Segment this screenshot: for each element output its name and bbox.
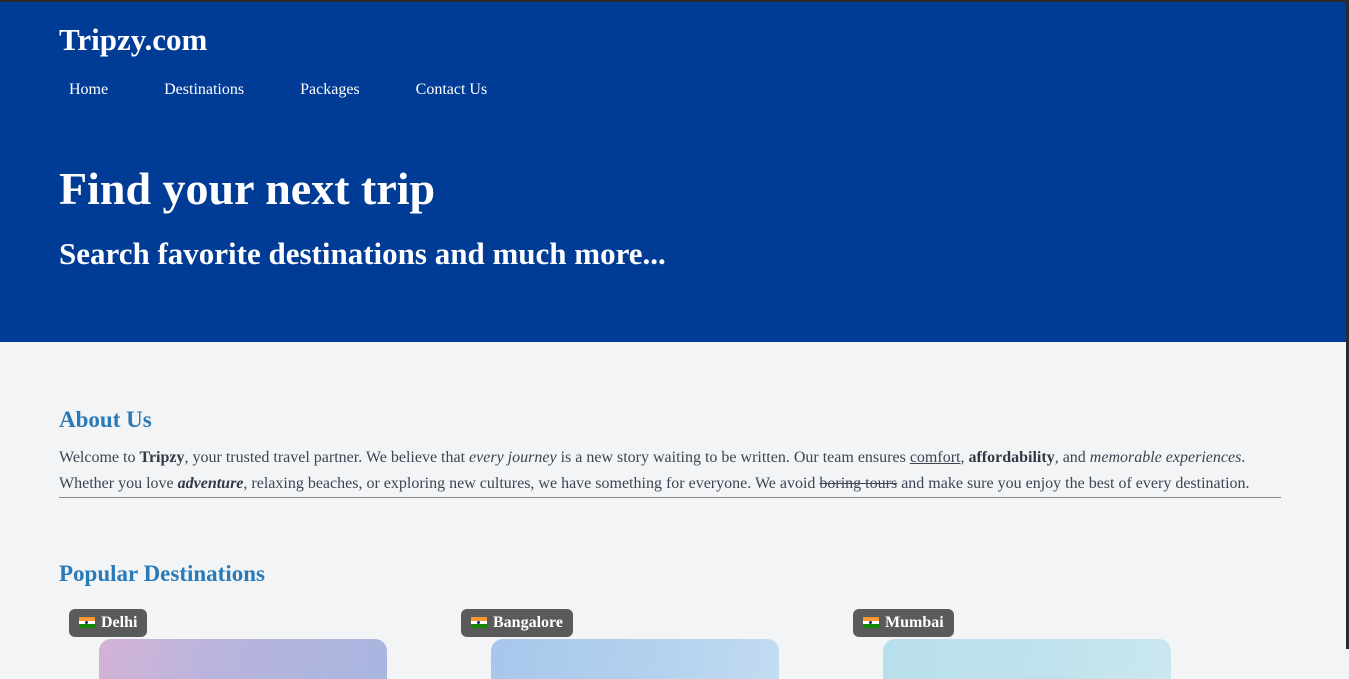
about-text-1: Welcome to [59,449,140,466]
destination-name: Delhi [101,614,138,631]
about-emphasis-experiences: memorable experiences [1089,449,1242,466]
destination-card-mumbai[interactable]: Mumbai [853,609,1183,679]
about-bold-italic-adventure: adventure [177,475,244,492]
nav-destinations-link[interactable]: Destinations [154,79,254,101]
nav-contact-link[interactable]: Contact Us [406,79,498,101]
about-text-7: , relaxing beaches, or exploring new cul… [243,475,820,492]
about-text-8: and make sure you enjoy the best of ever… [897,475,1250,492]
main-nav: Home Destinations Packages Contact Us [59,79,533,101]
about-text-2: , your trusted travel partner. We believ… [184,449,470,466]
about-text-3: is a new story waiting to be written. Ou… [556,449,910,466]
destination-image [99,639,387,679]
destination-badge: Mumbai [853,609,954,637]
destination-name: Bangalore [493,614,563,631]
india-flag-icon [863,617,879,628]
about-heading: About Us [59,407,152,432]
about-brand: Tripzy [139,449,185,466]
india-flag-icon [79,617,95,628]
destination-card-bangalore[interactable]: Bangalore [461,609,791,679]
about-text-5: , and [1054,449,1090,466]
about-underline-comfort: comfort [909,449,961,466]
destination-image [491,639,779,679]
about-paragraph: Welcome to Tripzy, your trusted travel p… [59,445,1281,498]
about-strike-boring-tours: boring tours [819,475,898,492]
destination-image [883,639,1171,679]
hero-title: Find your next trip [59,163,436,214]
about-bold-affordability: affordability [968,449,1055,466]
site-logo[interactable]: Tripzy.com [59,22,207,58]
destination-name: Mumbai [885,614,944,631]
destination-badge: Delhi [69,609,148,637]
nav-packages-link[interactable]: Packages [290,79,370,101]
destination-badge: Bangalore [461,609,573,637]
india-flag-icon [471,617,487,628]
nav-home-link[interactable]: Home [59,79,118,101]
site-header: Tripzy.com Home Destinations Packages Co… [0,2,1346,342]
about-emphasis-journey: every journey [469,449,557,466]
hero-subtitle: Search favorite destinations and much mo… [59,236,666,271]
destinations-heading: Popular Destinations [59,561,265,586]
destination-card-delhi[interactable]: Delhi [69,609,399,679]
